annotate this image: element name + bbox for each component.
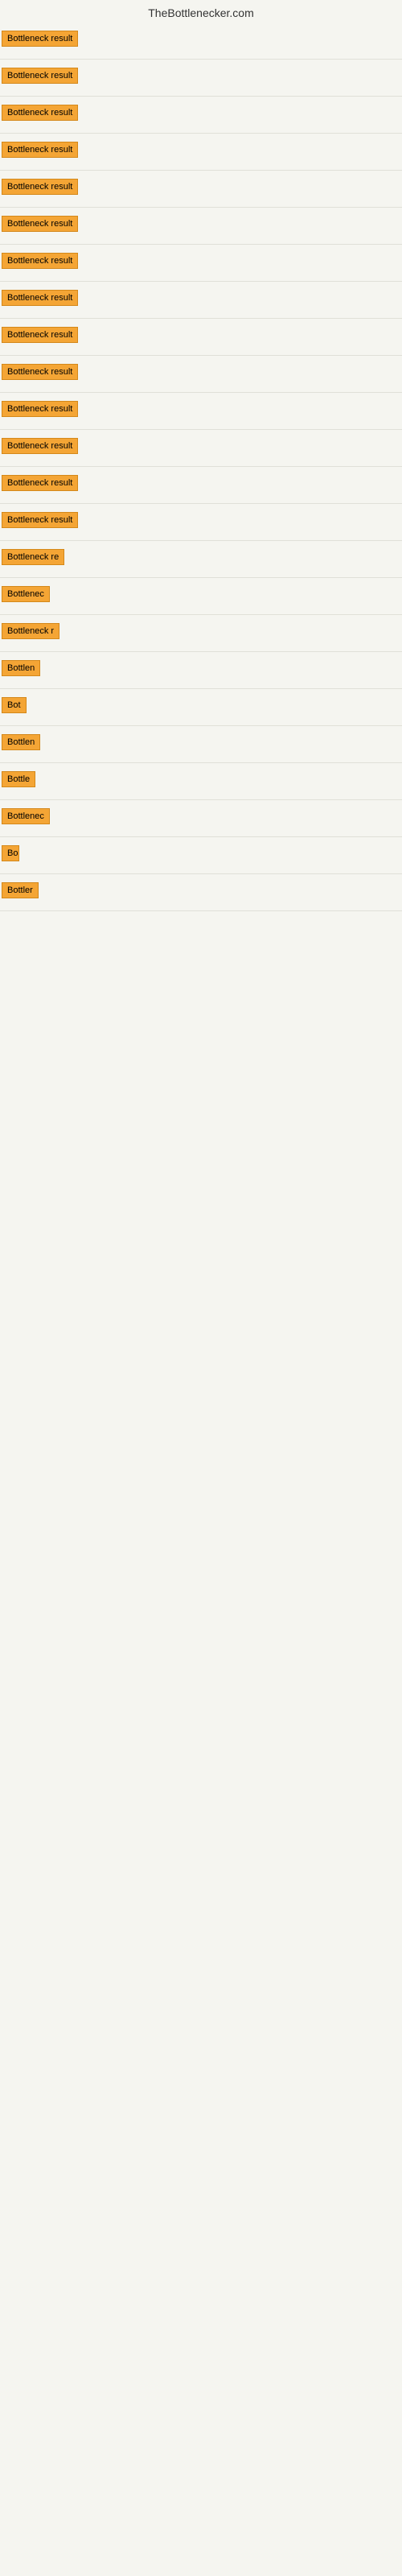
bottleneck-badge-8[interactable]: Bottleneck result [2, 290, 78, 306]
items-container: Bottleneck result Bottleneck result Bottle… [0, 23, 402, 911]
bottleneck-section-19: Bot [0, 689, 402, 726]
bottleneck-badge-1[interactable]: Bottleneck result [2, 31, 78, 47]
bottleneck-badge-21[interactable]: Bottle [2, 771, 35, 787]
bottleneck-section-5: Bottleneck result [0, 171, 402, 208]
bottleneck-badge-23[interactable]: Bo [2, 845, 19, 861]
bottleneck-section-11: Bottleneck result [0, 393, 402, 430]
bottleneck-badge-19[interactable]: Bot [2, 697, 27, 713]
bottleneck-badge-15[interactable]: Bottleneck re [2, 549, 64, 565]
bottleneck-badge-7[interactable]: Bottleneck result [2, 253, 78, 269]
bottleneck-section-13: Bottleneck result [0, 467, 402, 504]
bottleneck-section-2: Bottleneck result [0, 60, 402, 97]
bottleneck-section-22: Bottlenec [0, 800, 402, 837]
bottleneck-section-24: Bottler [0, 874, 402, 911]
bottleneck-section-7: Bottleneck result [0, 245, 402, 282]
bottleneck-badge-22[interactable]: Bottlenec [2, 808, 50, 824]
bottleneck-badge-14[interactable]: Bottleneck result [2, 512, 78, 528]
bottleneck-section-17: Bottleneck r [0, 615, 402, 652]
bottleneck-badge-17[interactable]: Bottleneck r [2, 623, 59, 639]
bottleneck-badge-24[interactable]: Bottler [2, 882, 39, 898]
bottleneck-badge-3[interactable]: Bottleneck result [2, 105, 78, 121]
bottleneck-badge-9[interactable]: Bottleneck result [2, 327, 78, 343]
bottleneck-badge-13[interactable]: Bottleneck result [2, 475, 78, 491]
bottleneck-badge-5[interactable]: Bottleneck result [2, 179, 78, 195]
bottleneck-badge-2[interactable]: Bottleneck result [2, 68, 78, 84]
bottleneck-badge-11[interactable]: Bottleneck result [2, 401, 78, 417]
bottleneck-section-14: Bottleneck result [0, 504, 402, 541]
bottleneck-badge-12[interactable]: Bottleneck result [2, 438, 78, 454]
bottleneck-section-20: Bottlen [0, 726, 402, 763]
bottleneck-section-12: Bottleneck result [0, 430, 402, 467]
bottleneck-badge-4[interactable]: Bottleneck result [2, 142, 78, 158]
page-wrapper: TheBottlenecker.com Bottleneck resultBot… [0, 0, 402, 2576]
site-title: TheBottlenecker.com [0, 0, 402, 23]
bottleneck-badge-6[interactable]: Bottleneck result [2, 216, 78, 232]
bottleneck-section-16: Bottlenec [0, 578, 402, 615]
bottleneck-section-3: Bottleneck result [0, 97, 402, 134]
bottleneck-badge-18[interactable]: Bottlen [2, 660, 40, 676]
bottleneck-section-1: Bottleneck result [0, 23, 402, 60]
bottleneck-section-8: Bottleneck result [0, 282, 402, 319]
bottleneck-section-15: Bottleneck re [0, 541, 402, 578]
bottleneck-section-10: Bottleneck result [0, 356, 402, 393]
bottleneck-section-9: Bottleneck result [0, 319, 402, 356]
bottleneck-section-21: Bottle [0, 763, 402, 800]
bottleneck-section-6: Bottleneck result [0, 208, 402, 245]
bottleneck-badge-10[interactable]: Bottleneck result [2, 364, 78, 380]
bottleneck-badge-20[interactable]: Bottlen [2, 734, 40, 750]
bottleneck-section-18: Bottlen [0, 652, 402, 689]
bottleneck-section-4: Bottleneck result [0, 134, 402, 171]
bottleneck-section-23: Bo [0, 837, 402, 874]
bottleneck-badge-16[interactable]: Bottlenec [2, 586, 50, 602]
